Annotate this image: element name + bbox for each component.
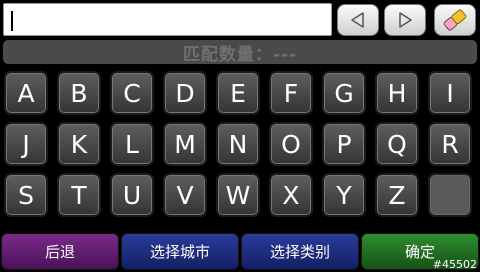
key-x[interactable]: X bbox=[269, 173, 313, 217]
key-m[interactable]: M bbox=[163, 122, 207, 166]
clear-text-button[interactable] bbox=[434, 4, 476, 36]
key-a[interactable]: A bbox=[4, 71, 48, 115]
key-n[interactable]: N bbox=[216, 122, 260, 166]
key-f[interactable]: F bbox=[269, 71, 313, 115]
match-count-label: 匹配数量：--- bbox=[182, 44, 298, 65]
top-bar bbox=[0, 0, 480, 40]
key-e[interactable]: E bbox=[216, 71, 260, 115]
key-c[interactable]: C bbox=[110, 71, 154, 115]
key-g[interactable]: G bbox=[322, 71, 366, 115]
key-b[interactable]: B bbox=[57, 71, 101, 115]
key-r[interactable]: R bbox=[428, 122, 472, 166]
key-z[interactable]: Z bbox=[375, 173, 419, 217]
key-d[interactable]: D bbox=[163, 71, 207, 115]
triangle-left-icon bbox=[351, 12, 364, 28]
key-p[interactable]: P bbox=[322, 122, 366, 166]
eraser-icon bbox=[443, 9, 467, 31]
key-v[interactable]: V bbox=[163, 173, 207, 217]
cursor-left-button[interactable] bbox=[337, 4, 379, 36]
key-j[interactable]: J bbox=[4, 122, 48, 166]
cursor-right-button[interactable] bbox=[384, 4, 426, 36]
key-w[interactable]: W bbox=[216, 173, 260, 217]
search-input[interactable] bbox=[3, 3, 332, 36]
key-q[interactable]: Q bbox=[375, 122, 419, 166]
key-blank bbox=[428, 173, 472, 217]
select-city-button[interactable]: 选择城市 bbox=[121, 233, 239, 270]
triangle-right-icon bbox=[399, 12, 412, 28]
key-h[interactable]: H bbox=[375, 71, 419, 115]
key-u[interactable]: U bbox=[110, 173, 154, 217]
back-button[interactable]: 后退 bbox=[1, 233, 119, 270]
key-t[interactable]: T bbox=[57, 173, 101, 217]
key-o[interactable]: O bbox=[269, 122, 313, 166]
key-s[interactable]: S bbox=[4, 173, 48, 217]
match-count-bar: 匹配数量：--- bbox=[3, 40, 477, 65]
key-i[interactable]: I bbox=[428, 71, 472, 115]
watermark-label: #45502 bbox=[432, 258, 477, 271]
text-caret bbox=[11, 11, 13, 31]
key-l[interactable]: L bbox=[110, 122, 154, 166]
key-k[interactable]: K bbox=[57, 122, 101, 166]
select-category-button[interactable]: 选择类别 bbox=[241, 233, 359, 270]
key-y[interactable]: Y bbox=[322, 173, 366, 217]
